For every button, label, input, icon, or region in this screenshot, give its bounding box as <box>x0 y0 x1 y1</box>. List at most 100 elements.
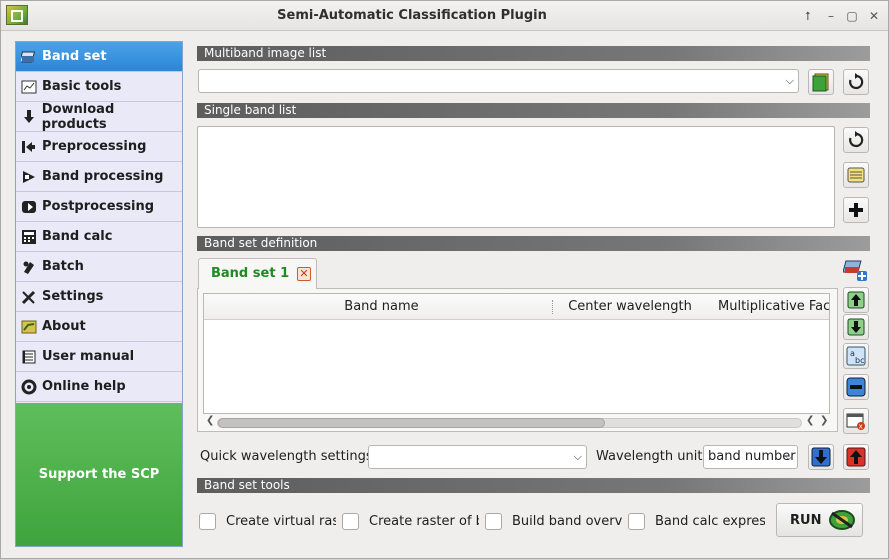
column-header-center-wavelength[interactable]: Center wavelength <box>559 294 701 320</box>
sort-by-name-button[interactable]: a bc <box>843 343 869 369</box>
export-band-set-button[interactable] <box>843 444 869 470</box>
clear-band-set-button[interactable]: x <box>843 408 869 434</box>
band-set-icon <box>20 48 38 66</box>
band-set-tools-header: Band set tools <box>197 478 870 493</box>
sidebar-item-label: Download products <box>41 101 115 132</box>
run-button[interactable]: RUN <box>776 503 863 537</box>
band-set-definition-header: Band set definition <box>197 236 870 251</box>
about-icon <box>20 318 38 336</box>
scroll-right-icon[interactable]: ❮ <box>806 415 814 426</box>
single-band-header: Single band list <box>197 103 870 118</box>
sidebar-item-preprocessing[interactable]: Preprocessing <box>16 132 182 162</box>
chevron-down-icon: ⌵ <box>573 450 582 463</box>
band-set-table[interactable]: Band name Center wavelength Multiplicati… <box>203 293 830 414</box>
sidebar-item-label: Preprocessing <box>42 139 147 154</box>
settings-icon <box>20 288 38 306</box>
band-calc-expression-option[interactable]: Band calc express <box>628 511 765 531</box>
download-icon <box>20 108 38 126</box>
restore-up-icon[interactable]: ⭡ <box>799 7 817 25</box>
scroll-thumb[interactable] <box>218 418 605 428</box>
sidebar-item-basic-tools[interactable]: Basic tools <box>16 72 182 102</box>
arrow-up-icon <box>847 291 865 309</box>
band-processing-icon <box>20 168 38 186</box>
arrow-down-icon <box>847 318 865 336</box>
add-multiband-button[interactable] <box>808 69 834 95</box>
select-all-bands-button[interactable] <box>843 162 869 188</box>
sidebar-item-label: Band calc <box>42 229 113 244</box>
sidebar-item-about[interactable]: About <box>16 312 182 342</box>
sort-alphabetical-icon: abc <box>846 346 866 366</box>
table-horizontal-scrollbar[interactable]: ❮ ❮ ❯ <box>203 415 830 430</box>
multiband-image-select[interactable]: ⌵ <box>198 69 799 93</box>
refresh-single-band-button[interactable] <box>843 127 869 153</box>
sidebar-item-band-calc[interactable]: Band calc <box>16 222 182 252</box>
svg-text:x: x <box>859 423 863 431</box>
create-virtual-raster-option[interactable]: Create virtual rast <box>199 511 336 531</box>
quick-wavelength-select[interactable]: ⌵ <box>368 445 587 469</box>
checkbox-label: Create raster of ba <box>369 513 479 529</box>
run-label: RUN <box>790 512 822 528</box>
minimize-button[interactable]: – <box>822 7 840 25</box>
sidebar-item-label: Band processing <box>42 169 164 184</box>
sidebar-item-label: About <box>42 319 86 334</box>
quick-wavelength-label: Quick wavelength settings <box>200 449 373 464</box>
chevron-down-icon: ⌵ <box>784 450 793 463</box>
sidebar-item-band-set[interactable]: Band set <box>16 42 182 72</box>
scroll-right-icon[interactable]: ❯ <box>820 415 828 426</box>
svg-text:bc: bc <box>855 356 864 365</box>
sidebar-item-download-products[interactable]: Download products <box>16 102 182 132</box>
sidebar-item-label: Postprocessing <box>42 199 155 214</box>
move-down-button[interactable] <box>843 314 869 340</box>
add-band-set-icon <box>842 260 867 281</box>
list-select-icon <box>847 167 865 183</box>
add-band-set-button[interactable] <box>842 257 869 283</box>
sidebar-item-label: Batch <box>42 259 84 274</box>
maximize-button[interactable]: ▢ <box>843 7 861 25</box>
scroll-left-icon[interactable]: ❮ <box>206 415 214 426</box>
sidebar-item-label: Online help <box>42 379 126 394</box>
multiband-header: Multiband image list <box>197 46 870 61</box>
checkbox[interactable] <box>485 512 502 530</box>
remove-band-button[interactable] <box>843 374 869 400</box>
sidebar-item-band-processing[interactable]: Band processing <box>16 162 182 192</box>
band-calc-icon <box>20 228 38 246</box>
column-header-multiplicative-factor[interactable]: Multiplicative Fact <box>701 294 829 320</box>
sidebar-item-postprocessing[interactable]: Postprocessing <box>16 192 182 222</box>
basic-tools-icon <box>20 78 38 96</box>
close-button[interactable]: ✕ <box>865 7 883 25</box>
checkbox-label: Build band overvie <box>512 513 622 529</box>
window-title: Semi-Automatic Classification Plugin <box>277 8 547 23</box>
sidebar-item-batch[interactable]: Batch <box>16 252 182 282</box>
tab-label: Band set 1 <box>211 266 290 281</box>
sidebar-item-label: Settings <box>42 289 104 304</box>
tab-band-set-1[interactable]: Band set 1 ✕ <box>198 258 317 289</box>
sidebar-item-online-help[interactable]: Online help <box>16 372 182 402</box>
add-band-button[interactable] <box>843 197 869 223</box>
refresh-icon <box>849 131 864 148</box>
checkbox-label: Create virtual rast <box>226 513 336 529</box>
run-icon <box>829 510 856 530</box>
build-band-overviews-option[interactable]: Build band overvie <box>485 511 622 531</box>
column-header-band-name[interactable]: Band name <box>204 294 559 320</box>
checkbox[interactable] <box>342 512 359 530</box>
raster-stack-icon <box>812 73 829 92</box>
sidebar-item-user-manual[interactable]: User manual <box>16 342 182 372</box>
wavelength-unit-label: Wavelength unit <box>596 449 703 464</box>
minus-icon <box>846 377 866 397</box>
import-band-set-button[interactable] <box>808 444 834 470</box>
checkbox[interactable] <box>628 512 645 530</box>
support-the-scp-button[interactable]: Support the SCP <box>16 403 182 546</box>
sidebar-item-label: User manual <box>42 349 135 364</box>
wavelength-unit-select[interactable]: band number ⌵ <box>703 445 798 469</box>
clear-table-icon: x <box>846 413 865 431</box>
checkbox-label: Band calc express <box>655 513 765 529</box>
create-raster-option[interactable]: Create raster of ba <box>342 511 479 531</box>
move-up-button[interactable] <box>843 287 869 313</box>
refresh-icon <box>849 73 864 90</box>
refresh-multiband-button[interactable] <box>843 69 869 95</box>
checkbox[interactable] <box>199 512 216 530</box>
single-band-list[interactable] <box>197 126 835 228</box>
sidebar-item-settings[interactable]: Settings <box>16 282 182 312</box>
preprocessing-icon <box>20 138 38 156</box>
close-tab-icon[interactable]: ✕ <box>297 267 311 281</box>
